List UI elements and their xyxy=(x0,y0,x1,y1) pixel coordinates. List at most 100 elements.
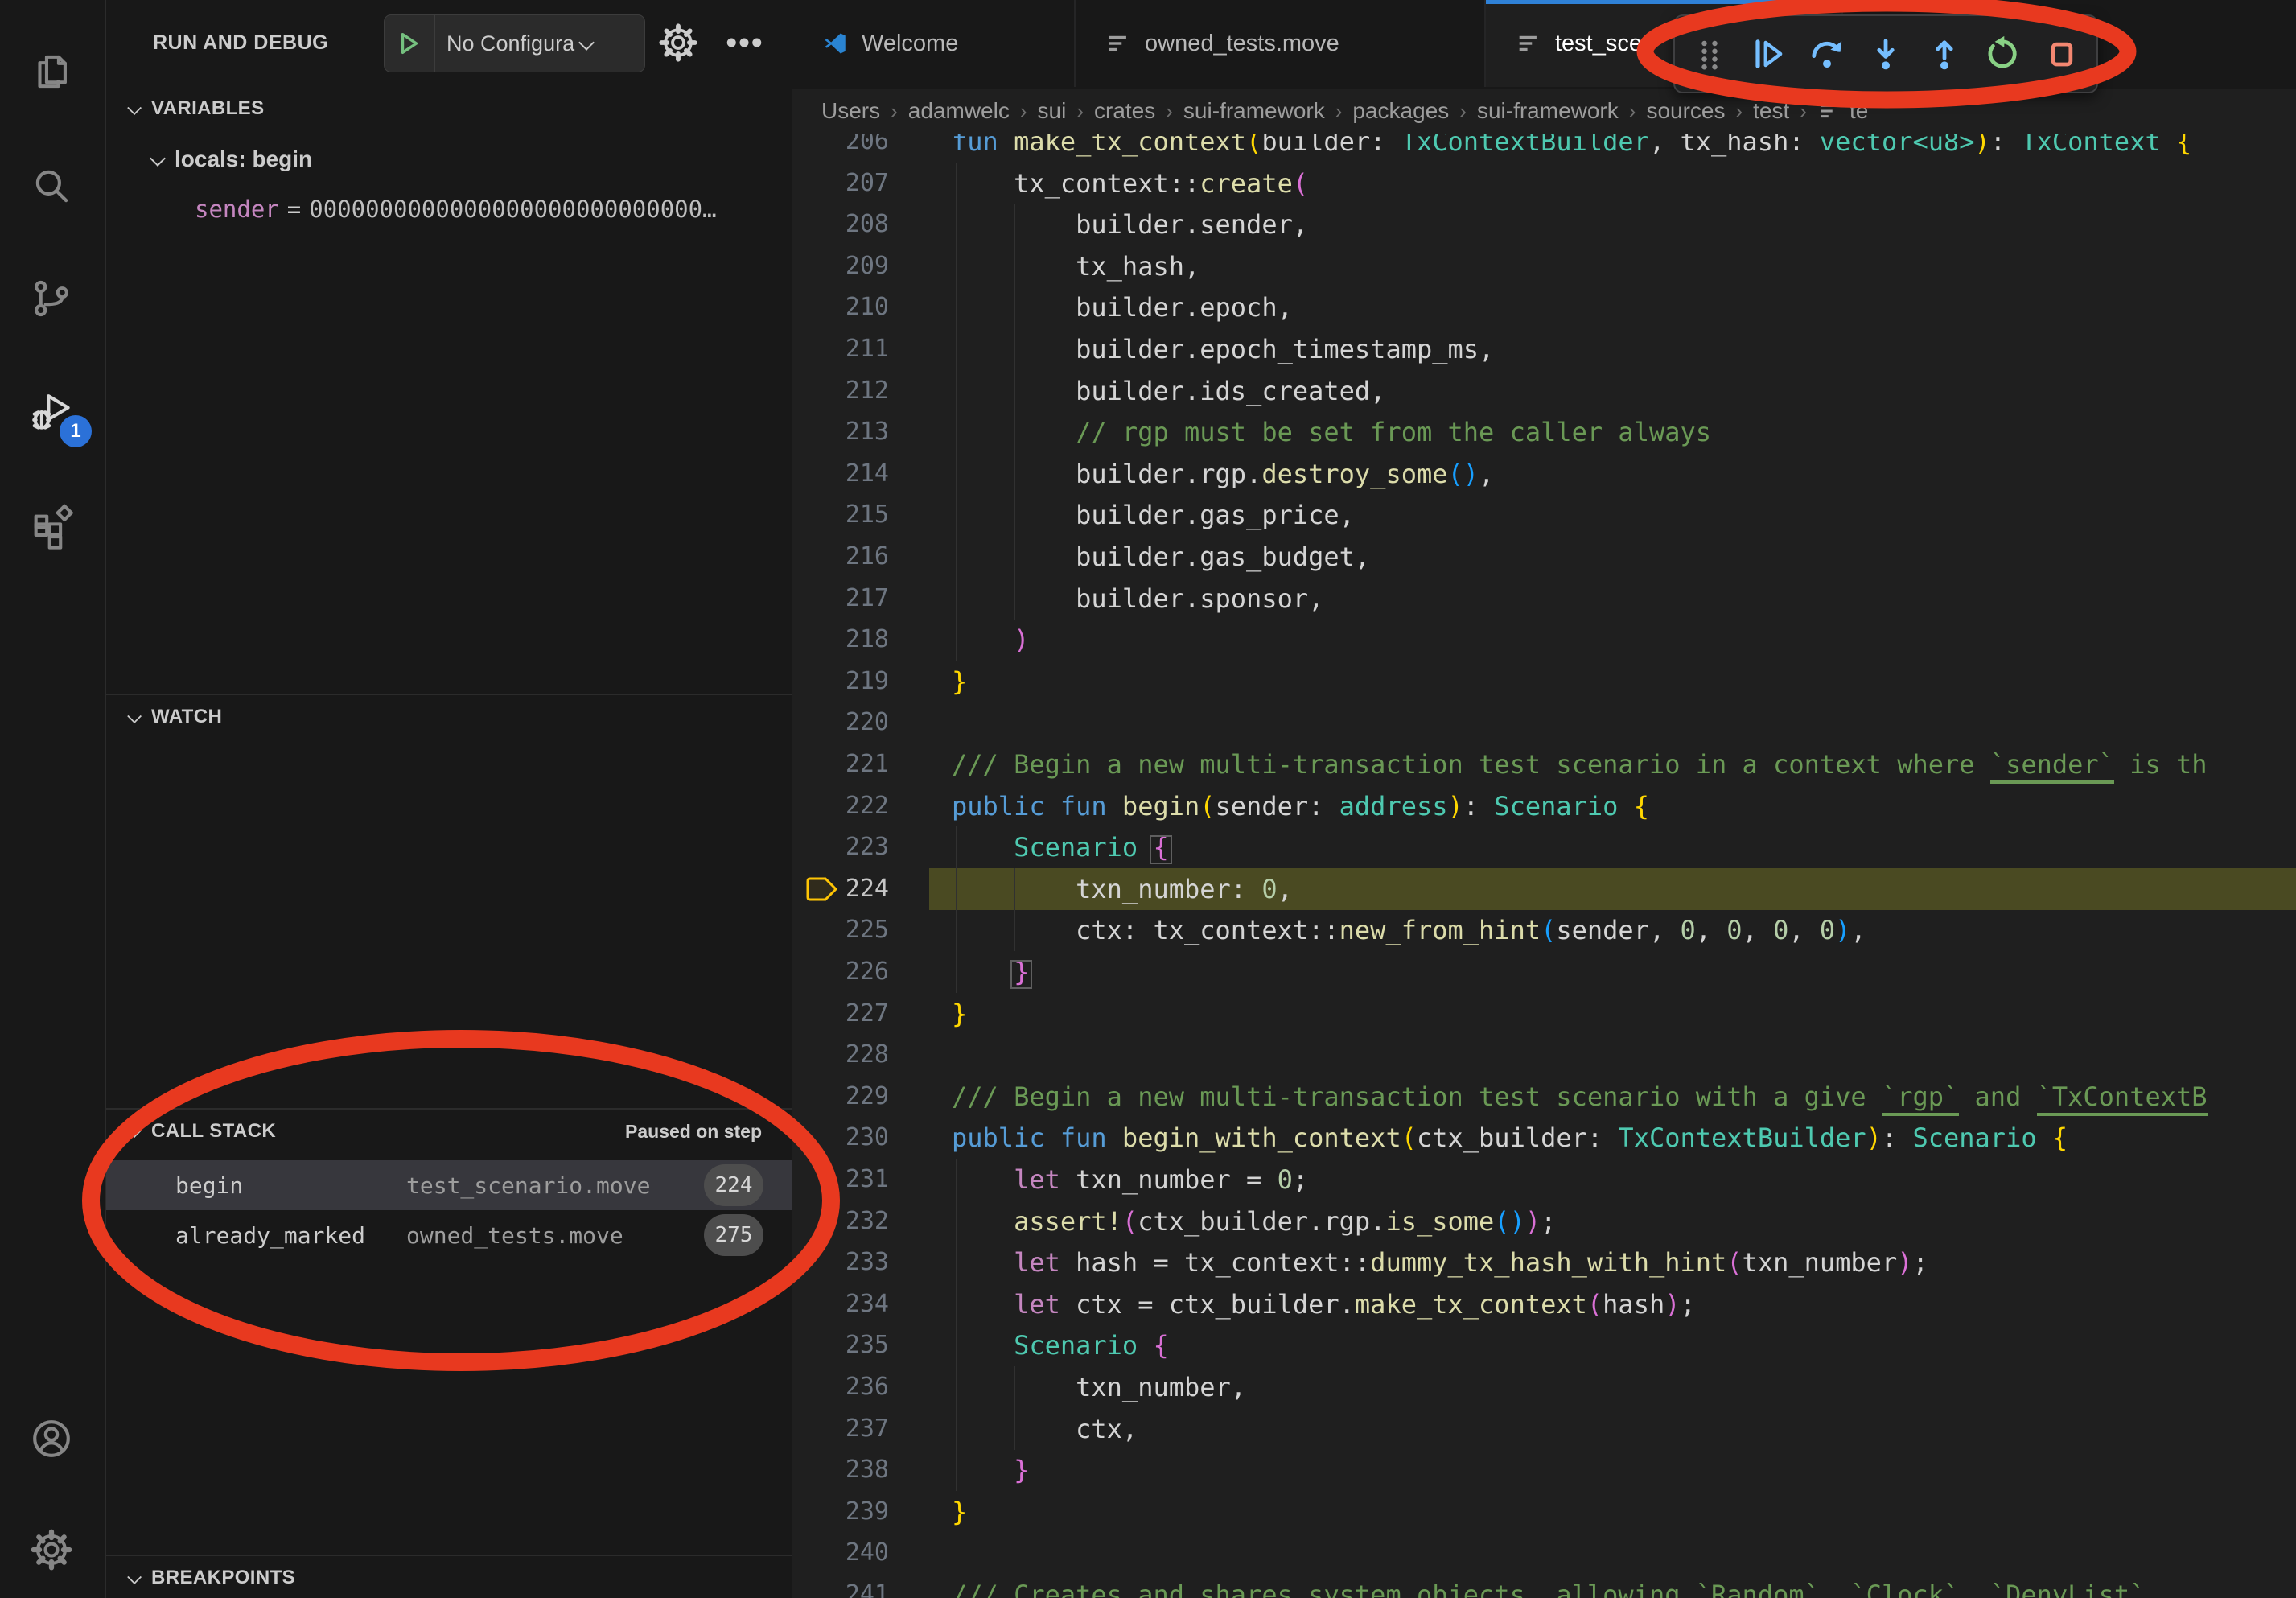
breadcrumb-item[interactable]: sui-framework xyxy=(1477,98,1619,124)
breadcrumb-item[interactable]: Users xyxy=(821,98,880,124)
variable-value: 0000000000000000000000000000… xyxy=(309,196,716,223)
files-icon xyxy=(28,48,75,95)
stack-frame[interactable]: begin test_scenario.move 224 xyxy=(105,1160,792,1210)
code-line[interactable]: 230public fun begin_with_context(ctx_bui… xyxy=(792,1117,2296,1159)
line-number: 226 xyxy=(792,951,889,993)
line-content: builder.rgp.destroy_some(), xyxy=(952,453,1494,495)
sidebar-title: RUN AND DEBUG xyxy=(153,0,328,85)
code-line[interactable]: 232 assert!(ctx_builder.rgp.is_some()); xyxy=(792,1201,2296,1242)
activity-item-settings[interactable] xyxy=(0,1505,103,1594)
line-content: let ctx = ctx_builder.make_tx_context(ha… xyxy=(952,1283,1696,1325)
debug-gear-icon[interactable] xyxy=(656,21,700,64)
tab-welcome[interactable]: Welcome xyxy=(792,0,1076,87)
breadcrumb-separator: › xyxy=(1335,99,1343,124)
code-line[interactable]: 229/// Begin a new multi-transaction tes… xyxy=(792,1076,2296,1118)
code-line[interactable]: 224 txn_number: 0, xyxy=(792,868,2296,910)
activity-item-account[interactable] xyxy=(0,1394,103,1483)
code-line[interactable]: 240 xyxy=(792,1532,2296,1574)
activity-item-explorer[interactable] xyxy=(0,27,103,116)
tab-owned-tests-move[interactable]: owned_tests.move xyxy=(1076,0,1486,87)
debug-config-label: No Configura xyxy=(446,31,574,56)
breadcrumb-item[interactable]: test xyxy=(1753,98,1789,124)
breadcrumb-item[interactable]: sources xyxy=(1646,98,1725,124)
breadcrumb-item[interactable]: te xyxy=(1850,98,1868,124)
line-content: let hash = tx_context::dummy_tx_hash_wit… xyxy=(952,1242,1928,1283)
code-line[interactable]: 207 tx_context::create( xyxy=(792,163,2296,204)
vscode-window: 1 RUN AND DEBUG No Configura VARIABLES l… xyxy=(0,0,2296,1598)
stack-frame[interactable]: already_marked owned_tests.move 275 xyxy=(105,1210,792,1260)
activity-item-search[interactable] xyxy=(0,142,103,230)
start-debug-icon[interactable] xyxy=(385,15,435,72)
more-actions-icon[interactable] xyxy=(722,21,766,64)
line-content: builder.sponsor, xyxy=(952,578,1323,620)
breadcrumb[interactable]: Users›adamwelc›sui›crates›sui-framework›… xyxy=(792,89,2296,134)
code-line[interactable]: 234 let ctx = ctx_builder.make_tx_contex… xyxy=(792,1283,2296,1325)
continue-icon xyxy=(1747,33,1789,75)
code-line[interactable]: 241/// Creates and shares system objects… xyxy=(792,1574,2296,1598)
breadcrumb-separator: › xyxy=(1459,99,1467,124)
variable-row[interactable]: sender = 0000000000000000000000000000… xyxy=(195,188,782,230)
line-number: 228 xyxy=(792,1034,889,1076)
code-line[interactable]: 237 ctx, xyxy=(792,1408,2296,1450)
code-line[interactable]: 235 Scenario { xyxy=(792,1324,2296,1366)
code-line[interactable]: 219} xyxy=(792,661,2296,702)
activity-item-extensions[interactable] xyxy=(0,483,103,571)
line-number: 237 xyxy=(792,1408,889,1450)
debug-restart-button[interactable] xyxy=(1979,30,2027,78)
code-line[interactable]: 210 builder.epoch, xyxy=(792,286,2296,328)
line-content: txn_number: 0, xyxy=(952,868,1293,910)
code-line[interactable]: 218 ) xyxy=(792,619,2296,661)
breadcrumb-item[interactable]: crates xyxy=(1094,98,1155,124)
debug-drag-handle[interactable] xyxy=(1685,30,1734,78)
code-line[interactable]: 236 txn_number, xyxy=(792,1366,2296,1408)
breadcrumb-item[interactable]: sui-framework xyxy=(1183,98,1325,124)
code-line[interactable]: 209 tx_hash, xyxy=(792,245,2296,287)
code-line[interactable]: 211 builder.epoch_timestamp_ms, xyxy=(792,328,2296,370)
code-line[interactable]: 208 builder.sender, xyxy=(792,204,2296,245)
code-line[interactable]: 213 // rgp must be set from the caller a… xyxy=(792,411,2296,453)
code-line[interactable]: 238 } xyxy=(792,1449,2296,1491)
code-line[interactable]: 222public fun begin(sender: address): Sc… xyxy=(792,785,2296,827)
breadcrumb-item[interactable]: packages xyxy=(1352,98,1449,124)
debug-stop-button[interactable] xyxy=(2038,30,2086,78)
code-line[interactable]: 216 builder.gas_budget, xyxy=(792,536,2296,578)
call-stack-section-header[interactable]: CALL STACK Paused on step xyxy=(105,1113,792,1150)
code-line[interactable]: 220 xyxy=(792,702,2296,743)
activity-item-run-and-debug[interactable]: 1 xyxy=(0,367,103,455)
breadcrumb-separator: › xyxy=(1735,99,1743,124)
line-content: } xyxy=(952,661,967,702)
debug-config-dropdown[interactable]: No Configura xyxy=(384,14,645,72)
activity-item-source-control[interactable] xyxy=(0,254,103,343)
debug-step-over-button[interactable] xyxy=(1803,30,1851,78)
code-line[interactable]: 221/// Begin a new multi-transaction tes… xyxy=(792,743,2296,785)
variables-scope-row[interactable]: locals: begin xyxy=(150,138,312,180)
code-line[interactable]: 228 xyxy=(792,1034,2296,1076)
breakpoints-section-header[interactable]: BREAKPOINTS xyxy=(105,1559,792,1596)
debug-step-into-button[interactable] xyxy=(1862,30,1910,78)
line-content: } xyxy=(952,951,1029,993)
variables-section-header[interactable]: VARIABLES xyxy=(105,90,792,127)
code-line[interactable]: 226 } xyxy=(792,951,2296,993)
line-number: 236 xyxy=(792,1366,889,1408)
code-line[interactable]: 223 Scenario { xyxy=(792,826,2296,868)
section-divider xyxy=(105,1108,792,1110)
watch-section-header[interactable]: WATCH xyxy=(105,698,792,735)
code-line[interactable]: 212 builder.ids_created, xyxy=(792,370,2296,412)
breadcrumb-item[interactable]: sui xyxy=(1038,98,1067,124)
debug-continue-button[interactable] xyxy=(1744,30,1792,78)
code-line[interactable]: 227} xyxy=(792,993,2296,1035)
code-line[interactable]: 217 builder.sponsor, xyxy=(792,578,2296,620)
breadcrumb-separator: › xyxy=(891,99,898,124)
code-line[interactable]: 215 builder.gas_price, xyxy=(792,494,2296,536)
code-line[interactable]: 239} xyxy=(792,1491,2296,1533)
line-number: 238 xyxy=(792,1449,889,1491)
code-line[interactable]: 233 let hash = tx_context::dummy_tx_hash… xyxy=(792,1242,2296,1283)
tab-label: owned_tests.move xyxy=(1145,31,1339,57)
code-editor[interactable]: 206fun make_tx_context(builder: TxContex… xyxy=(792,121,2296,1598)
code-line[interactable]: 231 let txn_number = 0; xyxy=(792,1159,2296,1201)
breadcrumb-item[interactable]: adamwelc xyxy=(908,98,1010,124)
code-line[interactable]: 225 ctx: tx_context::new_from_hint(sende… xyxy=(792,909,2296,951)
debug-step-out-button[interactable] xyxy=(1920,30,1969,78)
line-content: Scenario { xyxy=(952,826,1169,868)
code-line[interactable]: 214 builder.rgp.destroy_some(), xyxy=(792,453,2296,495)
